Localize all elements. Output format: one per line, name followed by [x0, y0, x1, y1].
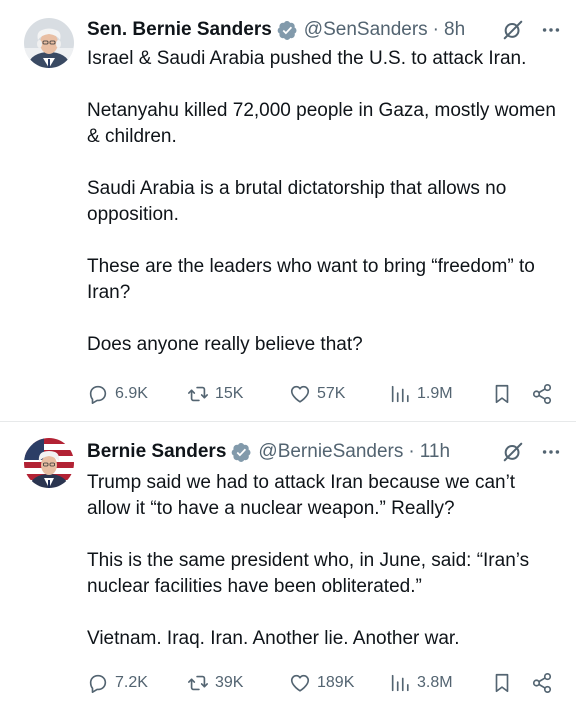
- views-icon: [391, 674, 409, 692]
- heart-icon: [290, 674, 310, 692]
- handle[interactable]: @SenSanders: [304, 19, 428, 41]
- separator-dot: ·: [432, 19, 439, 40]
- bookmark-button[interactable]: [491, 670, 513, 696]
- share-button[interactable]: [531, 381, 553, 407]
- reply-count: 7.2K: [115, 674, 148, 691]
- repost-count: 15K: [215, 385, 244, 402]
- timeline-feed: Sen. Bernie Sanders @SenSanders · 8h Isr…: [0, 0, 576, 713]
- share-button[interactable]: [531, 670, 553, 696]
- timestamp[interactable]: 11h: [420, 441, 450, 463]
- handle[interactable]: @BernieSanders: [258, 441, 403, 463]
- tweet-paragraph: Israel & Saudi Arabia pushed the U.S. to…: [87, 48, 527, 69]
- reply-icon: [89, 674, 107, 693]
- reply-icon: [89, 385, 107, 404]
- reply-count: 6.9K: [115, 385, 148, 402]
- tweet-text: Israel & Saudi Arabia pushed the U.S. to…: [87, 46, 558, 358]
- grok-icon[interactable]: [502, 19, 524, 41]
- tweet-header: Bernie Sanders @BernieSanders · 11h: [87, 439, 562, 465]
- repost-icon: [188, 386, 208, 402]
- like-count: 189K: [317, 674, 355, 691]
- bookmark-icon: [495, 673, 509, 693]
- separator-dot: ·: [408, 441, 415, 462]
- tweet-header: Sen. Bernie Sanders @SenSanders · 8h: [87, 17, 562, 43]
- timestamp[interactable]: 8h: [444, 19, 465, 41]
- tweet-actions: 6.9K 15K 57K 1.9M: [87, 381, 554, 407]
- bookmark-button[interactable]: [491, 381, 513, 407]
- views-count: 3.8M: [417, 674, 453, 691]
- tweet-paragraph: Saudi Arabia is a brutal dictatorship th…: [87, 178, 507, 225]
- bookmark-icon: [495, 384, 509, 404]
- tweet-text: Trump said we had to attack Iran because…: [87, 470, 558, 652]
- views-count: 1.9M: [417, 385, 453, 402]
- reply-button[interactable]: 6.9K: [87, 381, 148, 407]
- avatar[interactable]: [24, 18, 74, 68]
- like-button[interactable]: 57K: [289, 381, 345, 407]
- heart-icon: [290, 385, 310, 403]
- views-icon: [391, 385, 409, 403]
- verified-badge-icon: [232, 442, 251, 462]
- display-name[interactable]: Sen. Bernie Sanders: [87, 19, 272, 41]
- share-icon: [532, 384, 552, 404]
- repost-button[interactable]: 15K: [187, 381, 243, 407]
- grok-icon[interactable]: [502, 441, 524, 463]
- more-icon[interactable]: [540, 441, 562, 463]
- verified-badge-icon: [277, 20, 297, 40]
- views-button[interactable]: 3.8M: [389, 670, 453, 696]
- reply-button[interactable]: 7.2K: [87, 670, 148, 696]
- like-button[interactable]: 189K: [289, 670, 354, 696]
- tweet[interactable]: Bernie Sanders @BernieSanders · 11h Trum…: [0, 422, 576, 713]
- like-count: 57K: [317, 385, 346, 402]
- tweet-paragraph: Trump said we had to attack Iran because…: [87, 472, 516, 519]
- repost-icon: [188, 675, 208, 691]
- display-name[interactable]: Bernie Sanders: [87, 441, 226, 463]
- tweet-paragraph: These are the leaders who want to bring …: [87, 256, 535, 303]
- repost-count: 39K: [215, 674, 244, 691]
- avatar[interactable]: [24, 438, 74, 488]
- views-button[interactable]: 1.9M: [389, 381, 453, 407]
- repost-button[interactable]: 39K: [187, 670, 243, 696]
- more-icon[interactable]: [540, 19, 562, 41]
- tweet-paragraph: This is the same president who, in June,…: [87, 550, 530, 597]
- share-icon: [532, 673, 552, 693]
- tweet-paragraph: Netanyahu killed 72,000 people in Gaza, …: [87, 100, 556, 147]
- tweet-paragraph: Vietnam. Iraq. Iran. Another lie. Anothe…: [87, 628, 460, 649]
- tweet-actions: 7.2K 39K 189K 3.8M: [87, 670, 554, 696]
- tweet[interactable]: Sen. Bernie Sanders @SenSanders · 8h Isr…: [0, 0, 576, 422]
- tweet-paragraph: Does anyone really believe that?: [87, 334, 363, 355]
